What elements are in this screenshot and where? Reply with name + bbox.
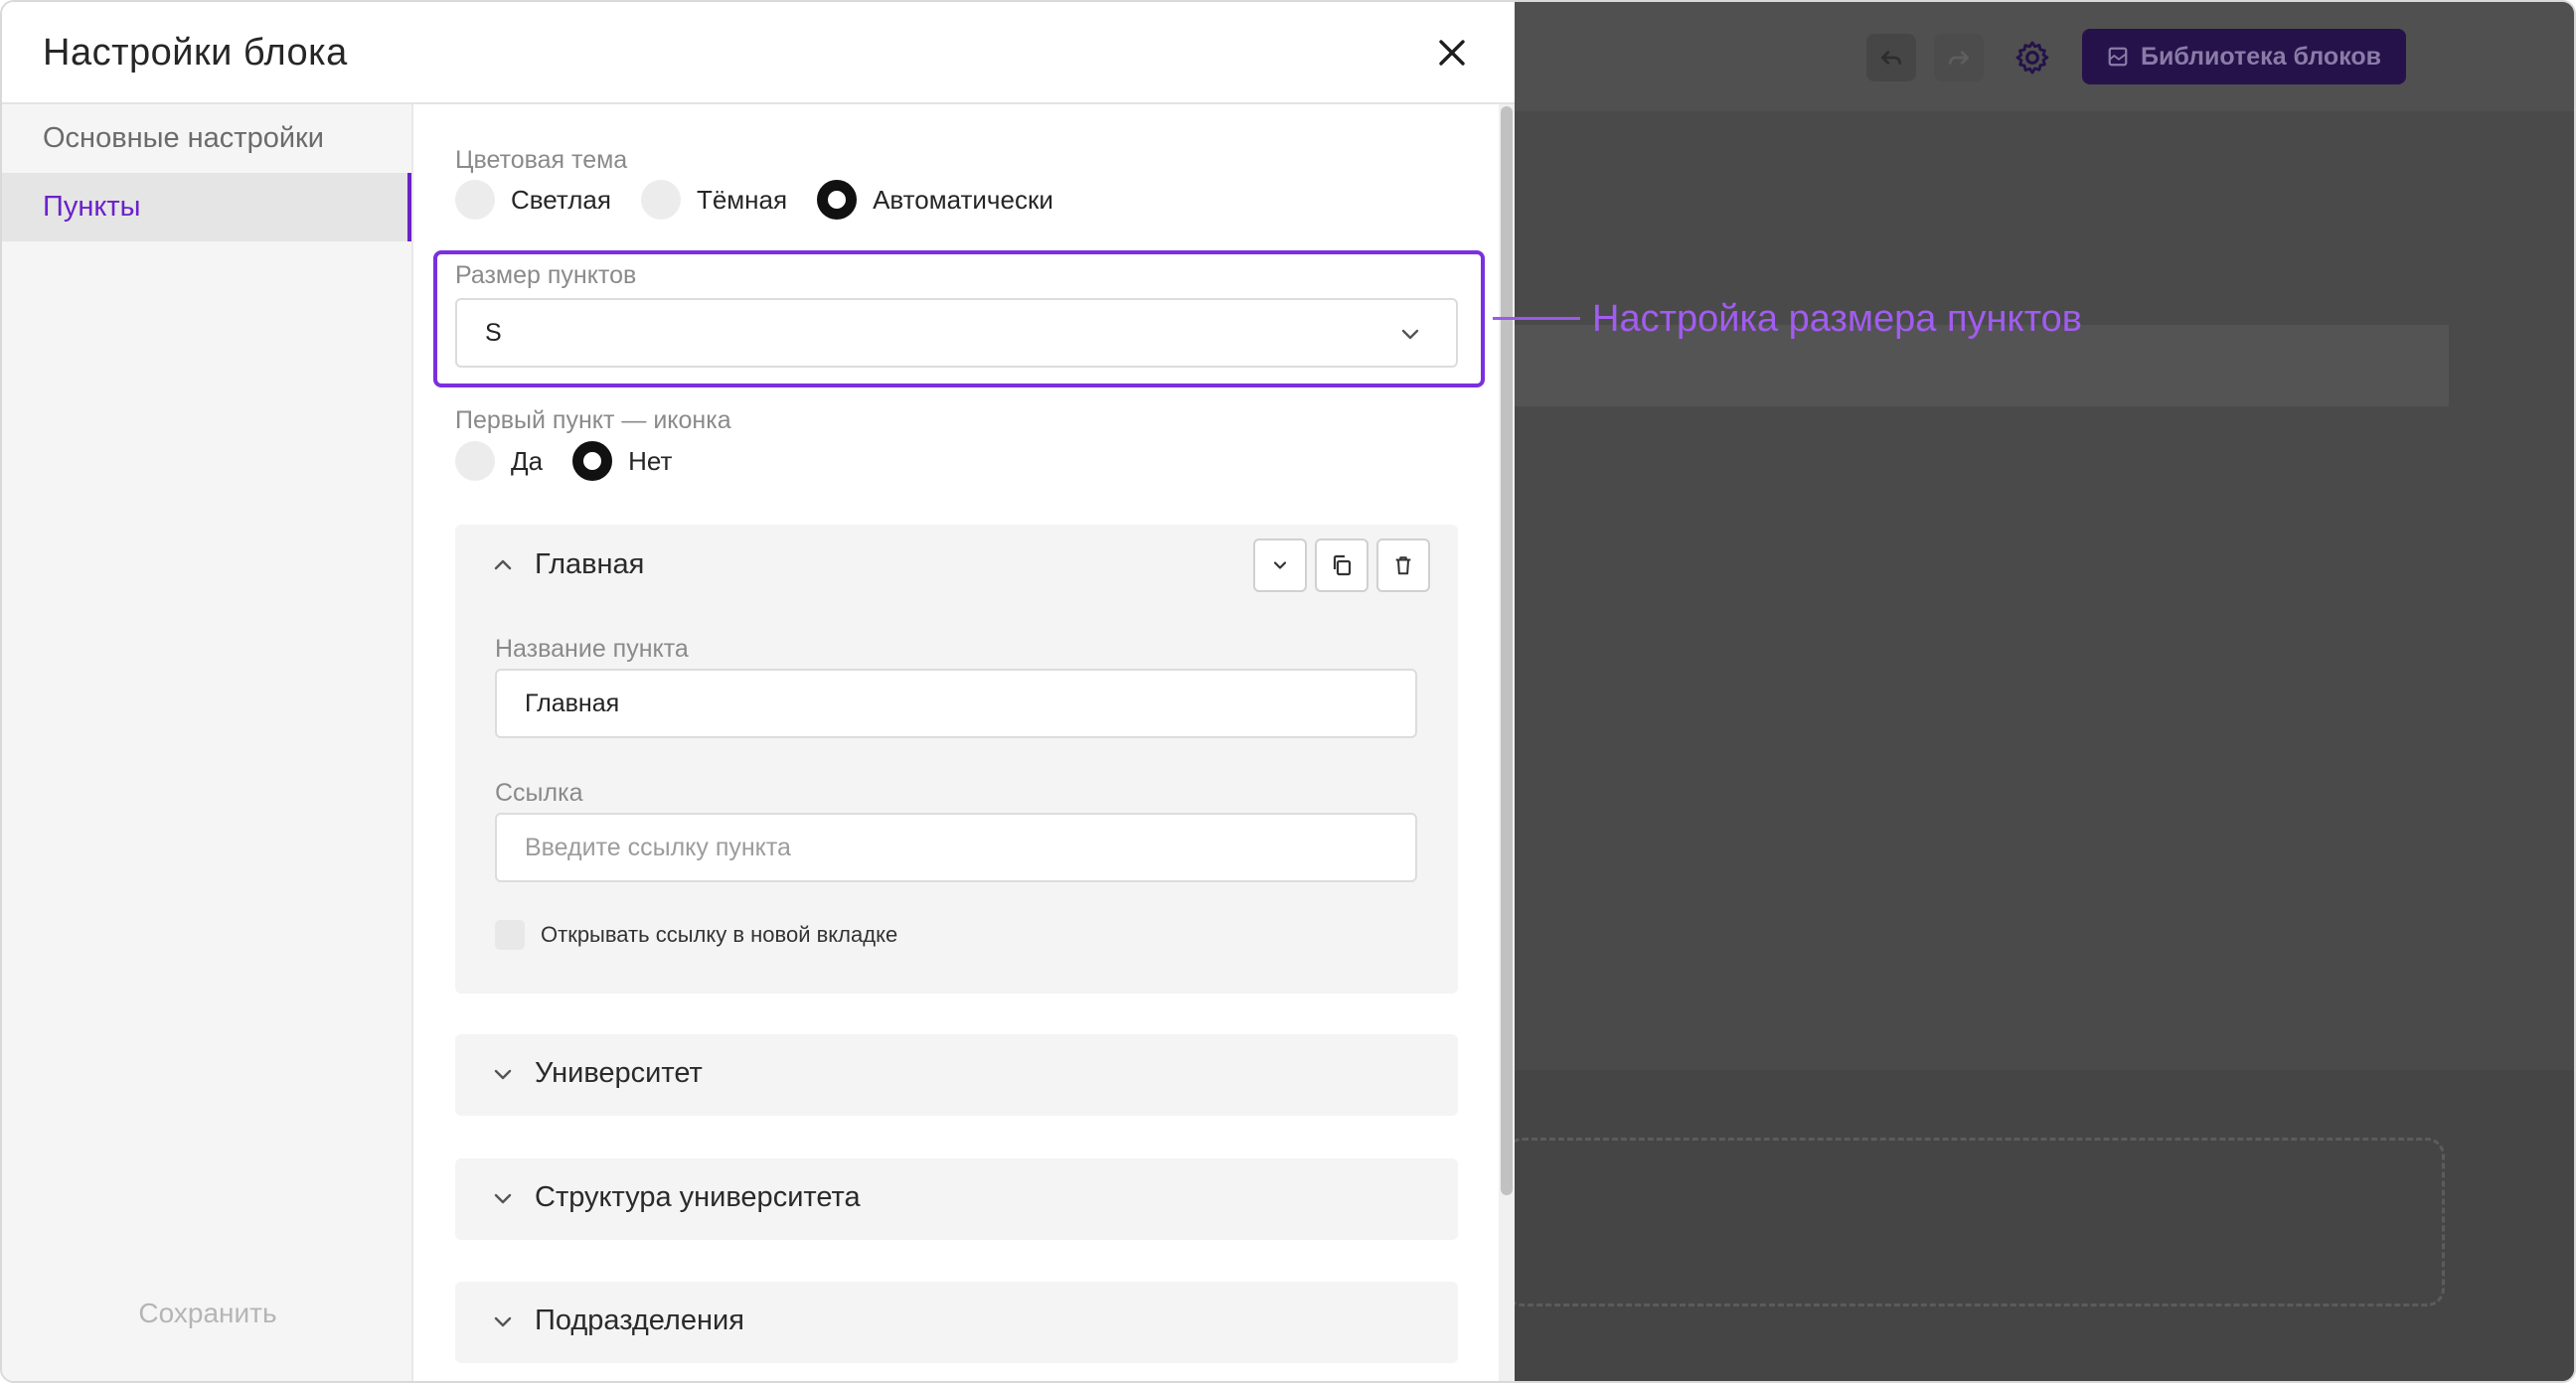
undo-icon	[1880, 51, 1902, 65]
modal-title: Настройки блока	[43, 32, 348, 74]
accordion-header[interactable]: Структура университета	[491, 1181, 861, 1214]
accordion-title: Главная	[535, 548, 645, 580]
redo-button[interactable]	[1934, 34, 1984, 81]
new-tab-checkbox[interactable]	[495, 920, 525, 950]
radio-indicator-selected	[817, 180, 858, 220]
item-link-placeholder: Введите ссылку пункта	[525, 833, 791, 861]
radio-label: Тёмная	[696, 184, 788, 215]
chevron-down-icon	[1273, 561, 1287, 569]
copy-icon	[1333, 554, 1352, 576]
radio-indicator-selected	[572, 441, 613, 481]
radio-no[interactable]: Нет	[572, 441, 672, 481]
chevron-down-icon	[494, 1069, 512, 1079]
save-button[interactable]: Сохранить	[2, 1298, 413, 1329]
sidebar-item-label: Основные настройки	[43, 122, 324, 154]
radio-indicator	[455, 441, 495, 481]
chevron-down-icon	[494, 1316, 512, 1326]
accordion-header[interactable]: Главная	[491, 548, 644, 581]
radio-light[interactable]: Светлая	[455, 180, 611, 220]
radio-indicator	[455, 180, 495, 220]
move-down-button[interactable]	[1253, 538, 1307, 592]
accordion-header[interactable]: Университет	[491, 1057, 703, 1090]
sidebar-item-label: Пункты	[43, 191, 141, 223]
radio-auto[interactable]: Автоматически	[817, 180, 1053, 220]
accordion-title: Подразделения	[535, 1305, 744, 1336]
library-icon	[2108, 47, 2128, 67]
menu-item-accordion: Главная Название пункта Главная Ссылка В…	[455, 525, 1458, 994]
settings-button[interactable]	[2008, 34, 2057, 81]
radio-indicator	[640, 180, 681, 220]
callout-line	[1493, 317, 1580, 320]
radio-yes[interactable]: Да	[455, 441, 543, 481]
sidebar-item-items[interactable]: Пункты	[2, 173, 411, 241]
accordion-tools	[1253, 538, 1430, 592]
radio-label: Нет	[628, 445, 673, 476]
item-size-highlight	[433, 250, 1485, 387]
chevron-down-icon	[494, 1193, 512, 1203]
delete-button[interactable]	[1376, 538, 1430, 592]
radio-dark[interactable]: Тёмная	[640, 180, 788, 220]
item-name-label: Название пункта	[495, 635, 689, 663]
item-name-input[interactable]: Главная	[495, 669, 1417, 738]
window: Библиотека блоков Настройки блока Основн…	[0, 0, 2576, 1383]
accordion-title: Структура университета	[535, 1181, 861, 1213]
block-library-button[interactable]: Библиотека блоков	[2082, 29, 2406, 84]
first-item-icon-radio-group: Да Нет	[455, 441, 702, 481]
radio-label: Автоматически	[873, 184, 1053, 215]
menu-item-accordion[interactable]: Университет	[455, 1034, 1458, 1116]
menu-item-accordion[interactable]: Подразделения	[455, 1282, 1458, 1363]
item-link-input[interactable]: Введите ссылку пункта	[495, 813, 1417, 882]
color-theme-radio-group: Светлая Тёмная Автоматически	[455, 180, 1083, 220]
accordion-header[interactable]: Подразделения	[491, 1305, 744, 1337]
block-library-label: Библиотека блоков	[2140, 42, 2382, 71]
first-item-icon-label: Первый пункт — иконка	[455, 406, 731, 434]
color-theme-label: Цветовая тема	[455, 146, 628, 174]
close-icon	[1439, 40, 1465, 66]
block-settings-modal: Настройки блока Основные настройки Пункт…	[2, 2, 1515, 1381]
radio-label: Да	[511, 445, 544, 476]
modal-header: Настройки блока	[2, 2, 1515, 104]
sidebar-item-general[interactable]: Основные настройки	[2, 104, 411, 173]
editor-background: Библиотека блоков	[1505, 2, 2574, 1381]
item-link-label: Ссылка	[495, 779, 583, 807]
trash-icon	[1395, 556, 1411, 575]
redo-icon	[1948, 51, 1970, 65]
item-name-value: Главная	[525, 689, 620, 717]
menu-item-accordion[interactable]: Структура университета	[455, 1158, 1458, 1240]
gear-icon	[2015, 41, 2049, 75]
settings-sidebar: Основные настройки Пункты Сохранить	[2, 104, 413, 1381]
chevron-up-icon	[494, 559, 512, 569]
undo-button[interactable]	[1866, 34, 1916, 81]
radio-label: Светлая	[511, 184, 611, 215]
new-tab-label: Открывать ссылку в новой вкладке	[541, 922, 898, 947]
editor-dropzone	[1505, 1138, 2445, 1306]
duplicate-button[interactable]	[1315, 538, 1368, 592]
callout-text: Настройка размера пунктов	[1592, 298, 2082, 340]
scrollbar-thumb[interactable]	[1501, 106, 1513, 1195]
close-button[interactable]	[1429, 30, 1475, 76]
new-tab-checkbox-row[interactable]: Открывать ссылку в новой вкладке	[495, 920, 897, 950]
accordion-title: Университет	[535, 1057, 703, 1089]
